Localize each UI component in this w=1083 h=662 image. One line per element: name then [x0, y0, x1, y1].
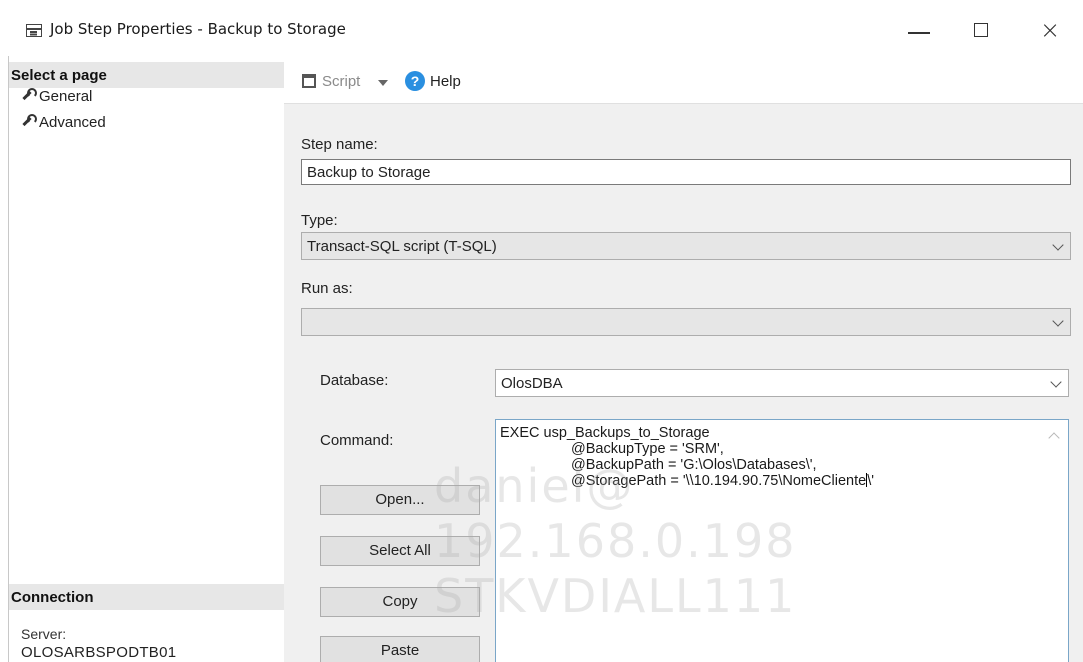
paste-button[interactable]: Paste — [320, 636, 480, 662]
database-label: Database: — [320, 372, 389, 389]
minimize-icon — [908, 32, 930, 34]
select-all-button[interactable]: Select All — [320, 536, 480, 566]
server-label: Server: — [21, 626, 67, 642]
run-as-select[interactable] — [301, 308, 1071, 336]
chevron-down-icon[interactable] — [378, 80, 388, 86]
minimize-button[interactable] — [898, 14, 938, 46]
type-select[interactable]: Transact-SQL script (T-SQL) — [301, 232, 1071, 260]
close-button[interactable]: × — [1030, 14, 1070, 46]
sidebar-item-label: Advanced — [39, 114, 106, 131]
toolbar: Script ? Help — [284, 56, 1083, 104]
command-line: @BackupPath = 'G:\Olos\Databases\', — [571, 457, 817, 473]
help-icon[interactable]: ? — [405, 71, 425, 91]
chevron-down-icon — [1052, 315, 1064, 327]
chevron-down-icon — [1050, 376, 1062, 388]
text-caret — [866, 473, 868, 487]
command-line: @StoragePath = '\\10.194.90.75\NomeClien… — [571, 473, 874, 489]
run-as-label: Run as: — [301, 280, 353, 297]
database-select[interactable]: OlosDBA — [495, 369, 1069, 397]
script-icon[interactable] — [302, 74, 316, 88]
database-select-value: OlosDBA — [501, 375, 563, 392]
window-title: Job Step Properties - Backup to Storage — [50, 20, 346, 38]
sidebar-item-general[interactable]: General — [21, 88, 92, 105]
script-button[interactable]: Script — [322, 73, 360, 90]
maximize-button[interactable] — [960, 14, 1000, 46]
connection-header: Connection — [9, 584, 285, 610]
select-page-pane: Select a page General Advanced Connectio… — [8, 56, 285, 662]
select-page-header: Select a page — [9, 62, 285, 88]
window-icon — [26, 24, 42, 37]
title-bar: Job Step Properties - Backup to Storage … — [0, 0, 1083, 56]
job-step-form: Step name: Backup to Storage Type: Trans… — [284, 104, 1083, 662]
step-name-input[interactable]: Backup to Storage — [301, 159, 1071, 185]
command-line: EXEC usp_Backups_to_Storage — [500, 425, 710, 441]
type-label: Type: — [301, 212, 338, 229]
sidebar-item-label: General — [39, 88, 93, 105]
sidebar-item-advanced[interactable]: Advanced — [21, 114, 106, 131]
maximize-icon — [974, 23, 988, 37]
copy-button[interactable]: Copy — [320, 587, 480, 617]
command-label: Command: — [320, 432, 394, 449]
command-textarea[interactable]: EXEC usp_Backups_to_Storage @BackupType … — [495, 419, 1069, 662]
command-line: @BackupType = 'SRM', — [571, 441, 724, 457]
chevron-down-icon — [1052, 239, 1064, 251]
help-button[interactable]: Help — [430, 73, 461, 90]
wrench-icon — [21, 88, 37, 101]
wrench-icon — [21, 114, 37, 127]
type-select-value: Transact-SQL script (T-SQL) — [307, 238, 497, 255]
open-button[interactable]: Open... — [320, 485, 480, 515]
server-value: OLOSARBSPODTB01 — [21, 644, 177, 661]
step-name-label: Step name: — [301, 136, 378, 153]
